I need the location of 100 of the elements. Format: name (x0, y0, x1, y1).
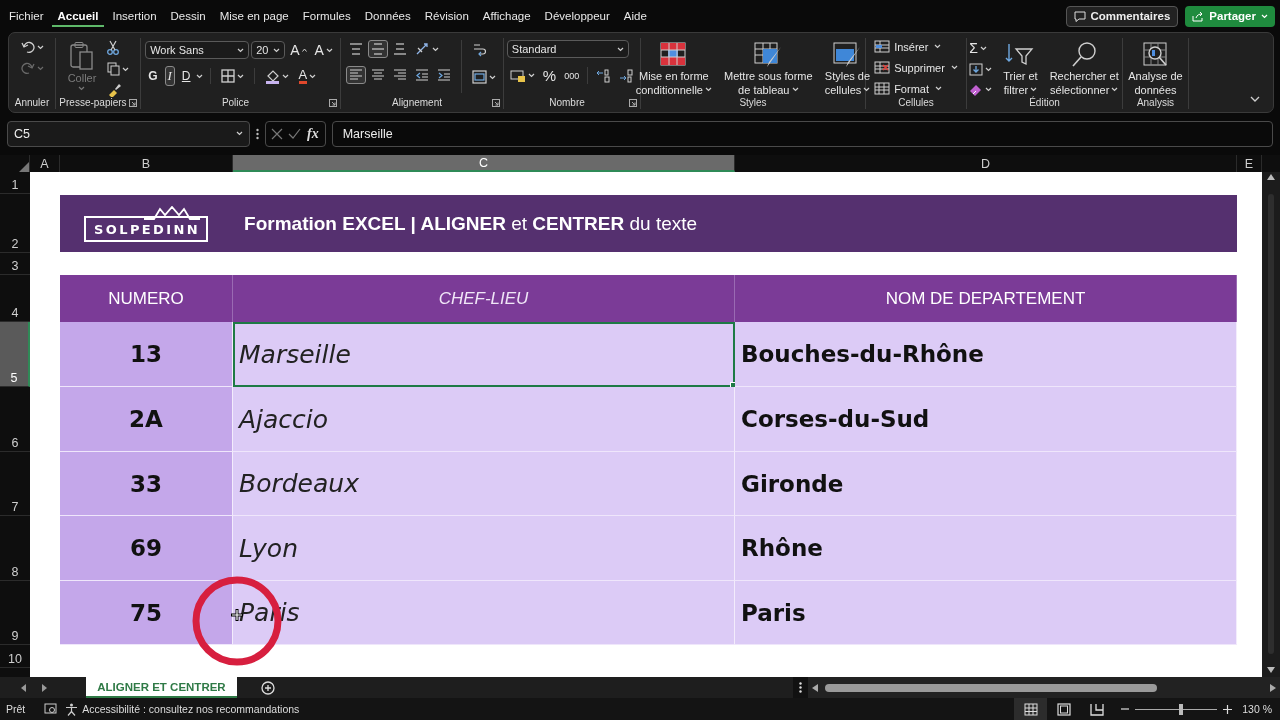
row-header[interactable]: 1 (0, 172, 30, 194)
comments-button[interactable]: Commentaires (1066, 5, 1179, 27)
autosum-button[interactable]: Σ (966, 38, 996, 58)
format-as-table-button[interactable]: Mettre sous forme de tableau (720, 38, 817, 99)
percent-button[interactable]: % (539, 65, 560, 86)
share-button[interactable]: Partager (1185, 5, 1275, 27)
caret-icon (527, 73, 535, 78)
redo-icon (20, 61, 35, 75)
row-header[interactable]: 3 (0, 253, 30, 275)
caret-icon (985, 87, 993, 92)
caret-icon (950, 65, 958, 70)
row-header[interactable]: 9 (0, 581, 30, 645)
group-label: Cellules (898, 96, 934, 108)
row-header[interactable]: 2 (0, 194, 30, 253)
table-cell[interactable]: Paris (735, 581, 1237, 645)
name-box[interactable]: C5 (7, 120, 250, 147)
previous-sheet-button[interactable] (21, 683, 26, 692)
caret-icon (325, 47, 333, 53)
ribbon-tab[interactable]: Révision (418, 5, 475, 27)
align-lines-icon (370, 42, 385, 56)
row-header[interactable]: 10 (0, 645, 30, 668)
align-lines-icon (348, 42, 363, 56)
column-header[interactable]: C (233, 155, 735, 172)
ribbon-tab[interactable]: Aide (617, 5, 653, 27)
table-cell[interactable]: 13 (60, 322, 233, 387)
left-align-button[interactable] (345, 66, 366, 84)
paint-bucket-icon (264, 68, 280, 84)
row-header[interactable]: 6 (0, 387, 30, 452)
font-size-dropdown[interactable]: 20 (251, 41, 286, 59)
caret-icon (195, 73, 203, 79)
italic-button[interactable]: I (164, 66, 175, 86)
ribbon-tab[interactable]: Affichage (476, 5, 537, 27)
caret-icon (863, 87, 871, 93)
number-format-dropdown[interactable]: Standard (506, 40, 629, 58)
table-header-cell: NUMERO (60, 275, 233, 322)
normal-view-button[interactable] (1014, 698, 1048, 720)
table-cell[interactable]: Ajaccio (233, 387, 735, 452)
accessibility-icon (65, 702, 79, 716)
vertical-scrollbar[interactable] (1262, 172, 1280, 677)
view-icon (1023, 702, 1038, 716)
grow-font-button[interactable]: A (287, 40, 310, 60)
row-header[interactable]: 7 (0, 452, 30, 516)
ribbon-tab[interactable]: Développeur (538, 5, 616, 27)
slider-thumb[interactable] (1179, 703, 1184, 715)
status-text: Prêt (6, 703, 26, 715)
analyze-data-button[interactable]: Analyse de données (1124, 38, 1187, 99)
underline-button[interactable]: D (178, 67, 194, 85)
ribbon-tab[interactable]: Accueil (51, 5, 105, 27)
ribbon-tab[interactable]: Insertion (106, 5, 163, 27)
sheet-tab[interactable]: ALIGNER ET CENTRER (86, 677, 237, 698)
ribbon-tab[interactable]: Données (358, 5, 417, 27)
decimal-arrow-icon (596, 68, 612, 83)
dialog-launcher-icon (329, 99, 337, 107)
more-dots-icon (799, 682, 803, 693)
caret-icon (237, 47, 245, 53)
ribbon-tab[interactable]: Mise en page (213, 5, 295, 27)
font-color-button[interactable]: A (295, 66, 320, 86)
caret-icon (309, 73, 317, 79)
group-label: Nombre (549, 96, 585, 108)
shrink-font-button[interactable]: A (311, 40, 336, 60)
thousands-separator-button[interactable]: 000 (561, 68, 583, 83)
table-cell[interactable]: 33 (60, 452, 233, 516)
formula-field[interactable]: Marseille (331, 120, 1273, 147)
ribbon-tab[interactable]: Fichier (3, 5, 50, 27)
bold-button[interactable]: G (145, 67, 161, 85)
delete-cells-button[interactable]: Supprimer (871, 59, 961, 76)
next-sheet-button[interactable] (42, 683, 47, 692)
conditional-formatting-button[interactable]: Mise en forme conditionnelle (631, 38, 716, 99)
group-label: Styles (739, 96, 767, 108)
format-cells-button[interactable]: Format (871, 80, 945, 97)
caret-icon (1111, 87, 1119, 93)
table-cell[interactable]: Marseille (233, 322, 735, 387)
table-cell[interactable]: Lyon (233, 516, 735, 581)
table-cell[interactable]: Corses-du-Sud (735, 387, 1237, 452)
table-cell[interactable]: Bouches-du-Rhône (735, 322, 1237, 387)
table-cell[interactable]: Bordeaux (233, 452, 735, 516)
table-cell[interactable]: Gironde (735, 452, 1237, 516)
middle-align-button[interactable] (367, 40, 388, 58)
caret-icon (78, 85, 86, 91)
ribbon-tab[interactable]: Dessin (164, 5, 212, 27)
caret-up-icon (301, 48, 307, 52)
table-cell[interactable]: 2A (60, 387, 233, 452)
ribbon-tab[interactable]: Formules (296, 5, 357, 27)
table-cell[interactable]: 75 (60, 581, 233, 645)
caret-icon (488, 74, 496, 80)
insert-function-button[interactable]: fx (306, 125, 320, 142)
horizontal-scrollbar[interactable] (808, 677, 1280, 698)
cells-grid-icon (874, 82, 891, 95)
accessibility-button[interactable]: Accessibilité : consultez nos recommandations (65, 702, 300, 716)
scroll-down-icon (1267, 667, 1275, 673)
table-cell[interactable]: Rhône (735, 516, 1237, 581)
font-name-dropdown[interactable]: Work Sans (145, 41, 250, 59)
find-select-button[interactable]: Rechercher et sélectionner (1045, 38, 1123, 99)
table-cell[interactable]: 69 (60, 516, 233, 581)
row-header[interactable]: 8 (0, 516, 30, 581)
fill-down-icon (969, 63, 984, 76)
add-sheet-button[interactable] (260, 680, 275, 695)
comment-icon (1074, 10, 1087, 22)
row-header[interactable]: 5 (0, 322, 30, 387)
dialog-launcher-icon (129, 99, 137, 107)
